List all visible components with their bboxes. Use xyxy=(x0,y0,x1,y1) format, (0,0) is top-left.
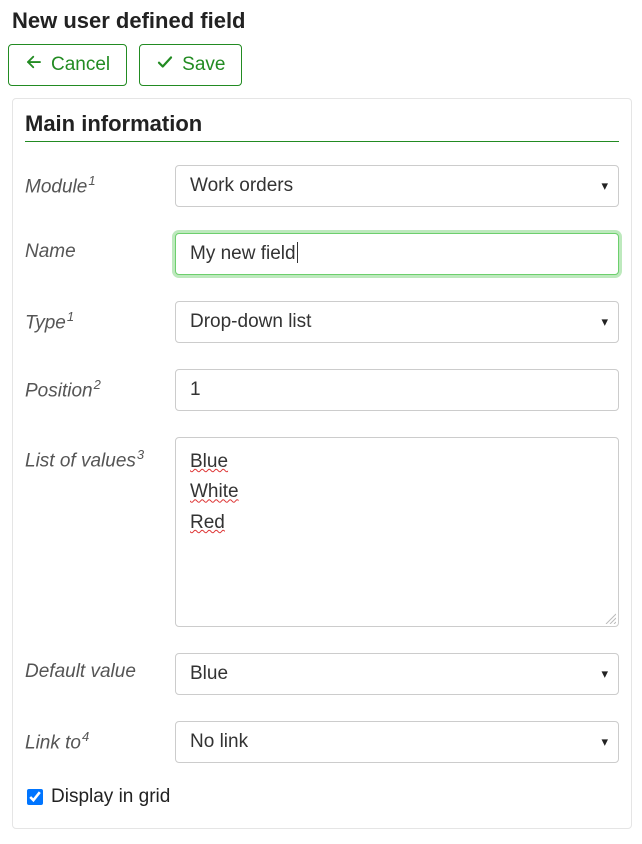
position-label: Position2 xyxy=(25,369,175,402)
link-to-row: Link to4 No link xyxy=(25,708,619,776)
cancel-button[interactable]: Cancel xyxy=(8,44,127,86)
toolbar: Cancel Save xyxy=(4,40,642,98)
save-button-label: Save xyxy=(182,54,225,76)
type-row: Type1 Drop-down list xyxy=(25,288,619,356)
link-to-label-text: Link to xyxy=(25,732,81,753)
page-title: New user defined field xyxy=(4,8,642,40)
module-label-text: Module xyxy=(25,176,87,197)
cancel-button-label: Cancel xyxy=(51,54,110,76)
default-value-select-value: Blue xyxy=(190,663,228,684)
list-of-values-textarea[interactable]: Blue White Red xyxy=(175,437,619,627)
name-input-value: My new field xyxy=(190,243,296,264)
default-value-select[interactable]: Blue xyxy=(175,653,619,695)
position-label-text: Position xyxy=(25,380,93,401)
position-input-value: 1 xyxy=(190,379,201,400)
type-select-value: Drop-down list xyxy=(190,311,311,332)
display-in-grid-label: Display in grid xyxy=(51,786,170,808)
name-label: Name xyxy=(25,233,175,263)
default-value-row: Default value Blue xyxy=(25,640,619,708)
main-information-panel: Main information Module1 Work orders Nam… xyxy=(12,98,632,829)
text-caret xyxy=(297,242,298,263)
list-of-values-line: White xyxy=(190,477,239,507)
position-row: Position2 1 xyxy=(25,356,619,424)
type-select[interactable]: Drop-down list xyxy=(175,301,619,343)
default-value-label-text: Default value xyxy=(25,661,136,682)
link-to-label: Link to4 xyxy=(25,721,175,754)
list-of-values-row: List of values3 Blue White Red xyxy=(25,424,619,640)
link-to-label-sup: 4 xyxy=(82,729,89,744)
list-of-values-label: List of values3 xyxy=(25,437,175,472)
type-label-text: Type xyxy=(25,312,66,333)
name-row: Name My new field xyxy=(25,220,619,288)
list-of-values-line: Blue xyxy=(190,447,228,477)
position-input[interactable]: 1 xyxy=(175,369,619,411)
default-value-label: Default value xyxy=(25,653,175,683)
module-label-sup: 1 xyxy=(88,173,95,188)
list-of-values-label-text: List of values xyxy=(25,450,136,471)
module-select-value: Work orders xyxy=(190,175,293,196)
name-label-text: Name xyxy=(25,241,76,262)
display-in-grid-checkbox[interactable] xyxy=(27,789,43,805)
display-in-grid-row: Display in grid xyxy=(25,776,619,816)
type-label-sup: 1 xyxy=(67,309,74,324)
section-heading: Main information xyxy=(25,111,619,142)
position-label-sup: 2 xyxy=(94,377,101,392)
module-label: Module1 xyxy=(25,165,175,198)
list-of-values-label-sup: 3 xyxy=(137,447,144,462)
check-icon xyxy=(156,53,174,77)
link-to-select-value: No link xyxy=(190,731,248,752)
save-button[interactable]: Save xyxy=(139,44,242,86)
module-select[interactable]: Work orders xyxy=(175,165,619,207)
type-label: Type1 xyxy=(25,301,175,334)
name-input[interactable]: My new field xyxy=(175,233,619,275)
list-of-values-line: Red xyxy=(190,508,225,538)
arrow-left-icon xyxy=(25,53,43,77)
resize-handle-icon xyxy=(604,612,616,624)
module-row: Module1 Work orders xyxy=(25,152,619,220)
link-to-select[interactable]: No link xyxy=(175,721,619,763)
